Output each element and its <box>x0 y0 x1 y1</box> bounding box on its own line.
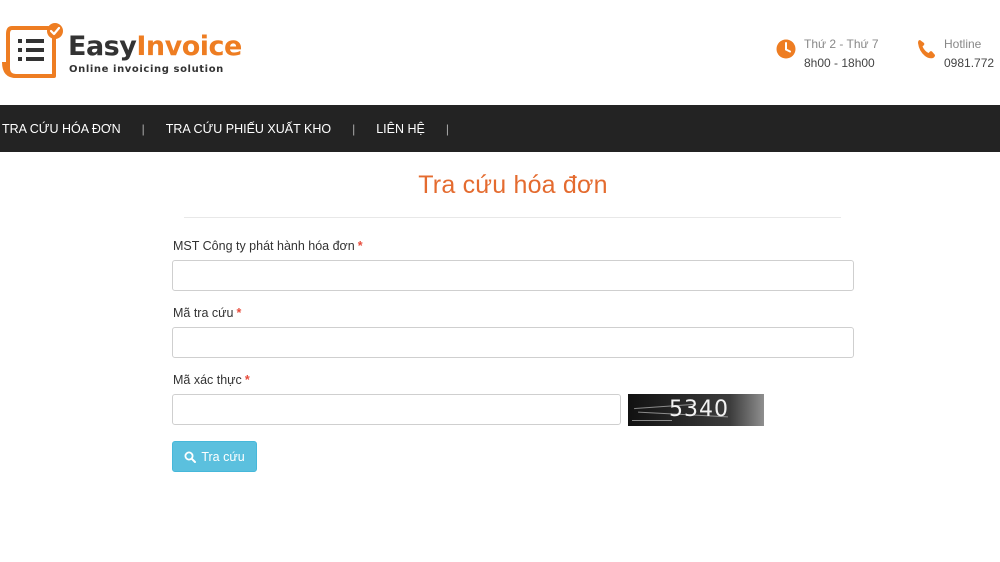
search-icon <box>184 451 197 463</box>
nav-separator: | <box>141 121 145 136</box>
invoice-logo-icon <box>2 23 63 78</box>
main-nav: TRA CỨU HÓA ĐƠN | TRA CỨU PHIẾU XUẤT KHO… <box>0 105 1000 152</box>
hotline-number[interactable]: 0981.772 <box>944 55 994 71</box>
working-hours-value: 8h00 - 18h00 <box>804 56 875 70</box>
hotline: Hotline 0981.772 <box>915 36 1000 76</box>
easyinvoice-logo[interactable]: EasyInvoice Online invoicing solution <box>2 22 242 82</box>
lookup-code-input[interactable] <box>172 327 854 358</box>
page-title: Tra cứu hóa đơn <box>418 171 608 199</box>
lookup-code-label: Mã tra cứu * <box>173 306 242 320</box>
required-asterisk: * <box>244 373 250 387</box>
required-asterisk: * <box>236 306 242 320</box>
captcha-noise-line <box>632 420 672 421</box>
nav-item-contact[interactable]: LIÊN HỆ <box>376 122 425 136</box>
mst-label: MST Công ty phát hành hóa đơn * <box>173 239 363 253</box>
nav-separator: | <box>352 121 356 136</box>
nav-item-warehouse-slip-lookup[interactable]: TRA CỨU PHIẾU XUẤT KHO <box>166 122 331 136</box>
site-header: EasyInvoice Online invoicing solution Th… <box>0 0 1000 105</box>
captcha-image: 5340 <box>628 394 764 426</box>
working-days-label: Thứ 2 - Thứ 7 <box>804 37 879 51</box>
mst-input[interactable] <box>172 260 854 291</box>
title-divider <box>184 217 841 218</box>
search-button-label: Tra cứu <box>201 449 245 464</box>
working-hours: Thứ 2 - Thứ 7 8h00 - 18h00 <box>775 36 910 76</box>
nav-item-invoice-lookup[interactable]: TRA CỨU HÓA ĐƠN <box>2 122 121 136</box>
captcha-input[interactable] <box>172 394 621 425</box>
logo-title: EasyInvoice <box>68 31 242 62</box>
nav-separator: | <box>445 121 449 136</box>
captcha-code: 5340 <box>669 397 729 422</box>
phone-icon <box>918 40 935 59</box>
required-asterisk: * <box>357 239 363 253</box>
search-button[interactable]: Tra cứu <box>172 441 257 472</box>
logo-tagline: Online invoicing solution <box>69 64 224 75</box>
captcha-label: Mã xác thực * <box>173 373 250 387</box>
clock-icon <box>776 39 796 59</box>
hotline-label: Hotline <box>944 37 982 51</box>
